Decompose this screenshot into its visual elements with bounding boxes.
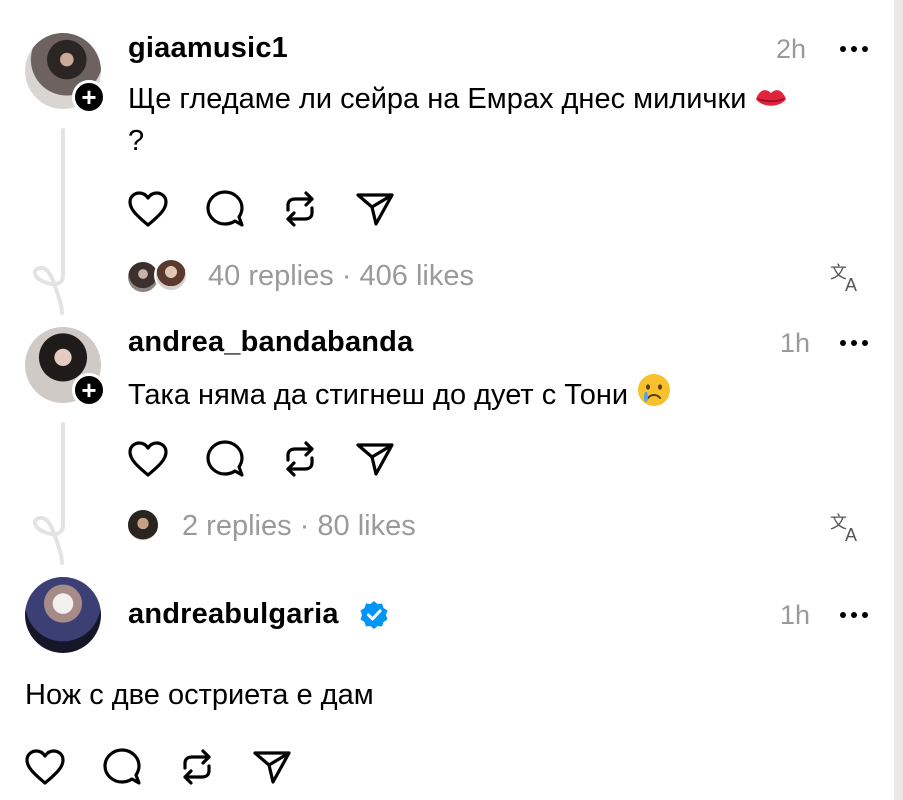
timestamp: 1h [780,600,811,630]
comment-icon[interactable] [103,748,141,786]
repost-icon[interactable] [282,190,318,228]
translate-icon[interactable]: 文 A [830,512,864,542]
replies-likes-count[interactable]: 2 replies · 80 likes [182,510,416,543]
share-icon[interactable] [356,442,394,476]
post-text: Нож с две остриета е дам [25,679,374,711]
repost-icon[interactable] [282,440,318,478]
post-actions [128,440,394,478]
username[interactable]: andrea_bandabanda [128,326,413,359]
post-text: Ще гледаме ли сейра на Емрах днес миличк… [128,80,888,160]
follow-plus-icon[interactable]: + [72,373,106,407]
avatar-andreabulgaria[interactable] [25,577,101,653]
thread-curl-icon [33,255,65,315]
thread-line [61,128,65,260]
share-icon[interactable] [356,192,394,226]
svg-text:A: A [845,275,857,292]
heart-icon[interactable] [128,191,168,227]
thread-line [61,422,65,510]
heart-icon[interactable] [25,749,65,785]
post-text-line: Ще гледаме ли сейра на Емрах днес миличк… [128,83,747,115]
comment-icon[interactable] [206,440,244,478]
comment-icon[interactable] [206,190,244,228]
post-text: Така няма да стигнеш до дует с Тони [128,372,888,418]
username[interactable]: andreabulgaria [128,598,339,631]
share-icon[interactable] [253,750,291,784]
replies-likes-count[interactable]: 40 replies · 406 likes [208,260,474,293]
more-options-icon[interactable] [840,340,868,346]
scrollbar[interactable] [894,0,903,800]
post-actions [128,190,394,228]
kiss-lips-emoji [754,84,788,122]
post-text-line: Така няма да стигнеш до дует с Тони [128,379,629,411]
replier-avatar [154,258,188,292]
thread-curl-icon [33,505,65,565]
repost-icon[interactable] [179,748,215,786]
post-actions [25,748,291,786]
follow-plus-icon[interactable]: + [72,80,106,114]
timestamp: 1h [780,328,811,358]
svg-text:A: A [845,525,857,542]
replier-avatar [126,508,160,542]
post-text-line-2: ? [128,125,145,157]
verified-badge-icon [360,601,388,629]
username[interactable]: giaamusic1 [128,32,288,65]
heart-icon[interactable] [128,441,168,477]
crying-face-emoji [636,372,672,418]
more-options-icon[interactable] [840,46,868,52]
translate-icon[interactable]: 文 A [830,262,864,292]
more-options-icon[interactable] [840,612,868,618]
timestamp: 2h [776,34,807,64]
